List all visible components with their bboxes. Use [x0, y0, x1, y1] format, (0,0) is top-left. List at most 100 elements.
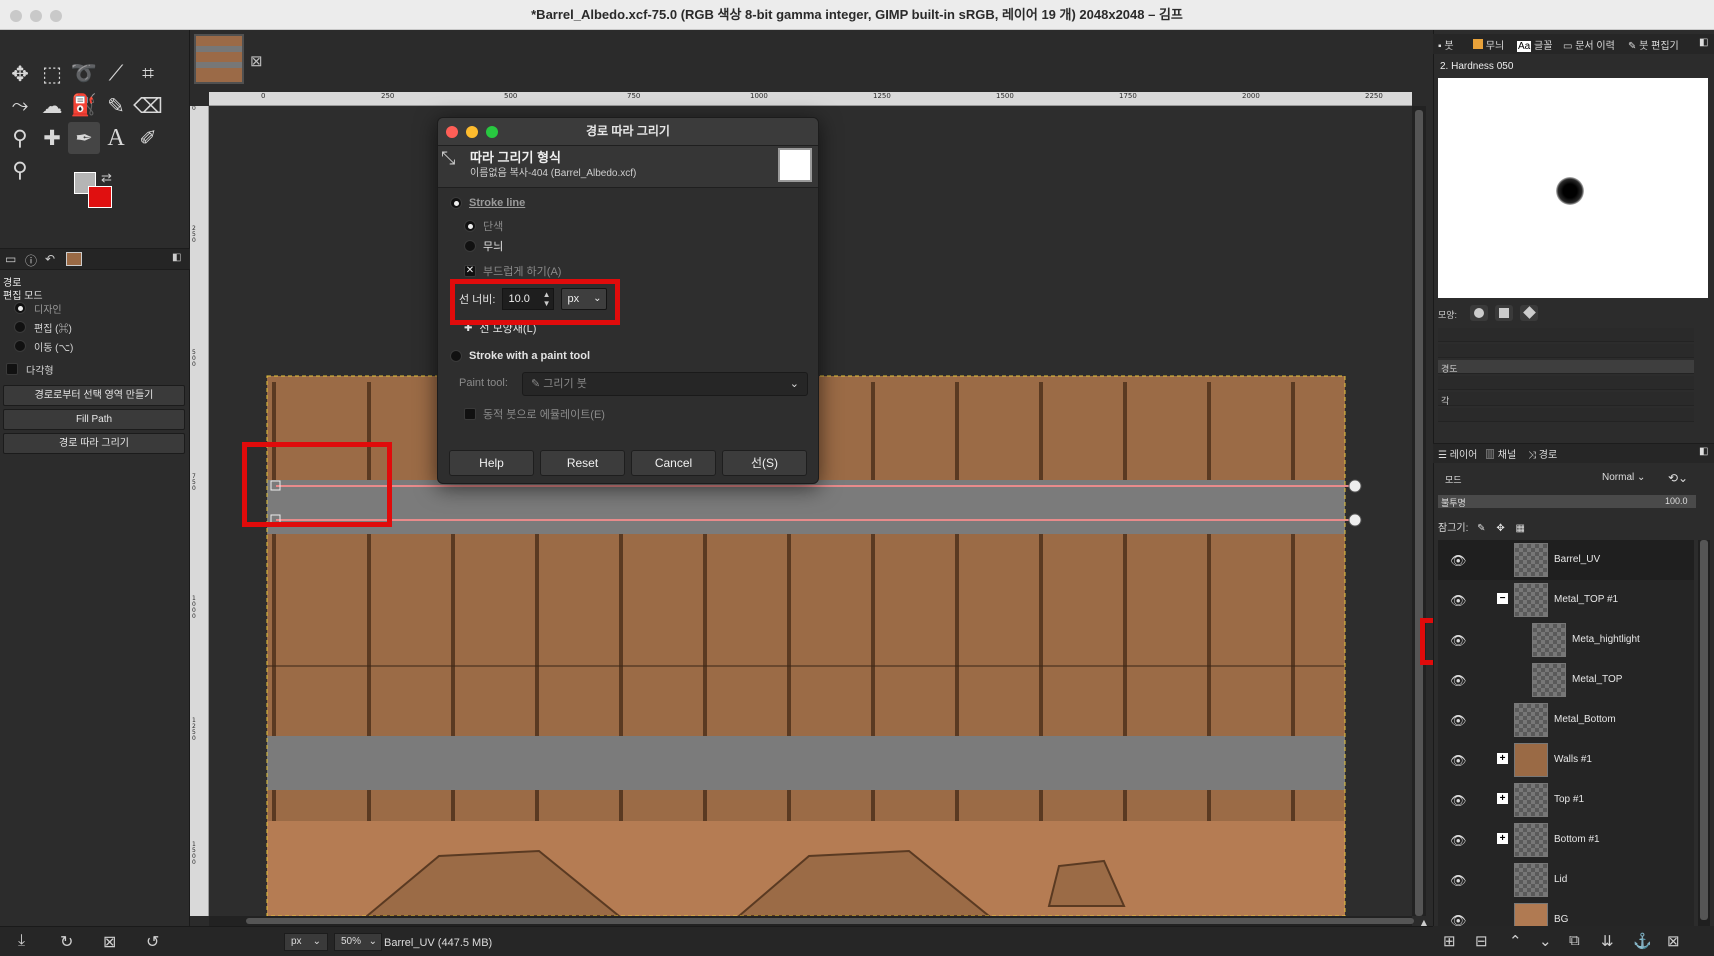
restore-options-icon[interactable]: ↻	[60, 932, 73, 952]
line-width-unit-dropdown[interactable]: px ⌄	[561, 288, 608, 310]
selection-from-path-button[interactable]: 경로로부터 선택 영역 만들기	[3, 385, 185, 406]
eraser-tool-icon[interactable]: ⌫	[132, 90, 164, 122]
group-expander-icon[interactable]: +	[1497, 753, 1508, 764]
delete-options-icon[interactable]: ⊠	[103, 932, 116, 952]
path-anchor[interactable]	[1348, 479, 1362, 493]
square-shape-icon[interactable]	[1495, 305, 1513, 321]
zoom-window-button[interactable]	[50, 10, 62, 22]
document-history-tab[interactable]: ▭ 문서 이력	[1563, 37, 1615, 52]
layer-row[interactable]: 👁 − Metal_TOP #1	[1438, 580, 1694, 620]
clone-tool-icon[interactable]: ⚲	[4, 122, 36, 154]
fill-path-button[interactable]: Fill Path	[3, 409, 185, 430]
channels-tab[interactable]: ▥ 채널	[1485, 446, 1516, 461]
image-tab-thumbnail[interactable]	[194, 34, 244, 84]
reset-mode-icon[interactable]: ⟲⌄	[1668, 471, 1688, 485]
unit-dropdown[interactable]: px ⌄	[284, 933, 328, 951]
heal-tool-icon[interactable]: ✚	[36, 122, 68, 154]
duplicate-layer-icon[interactable]: ⧉	[1569, 932, 1580, 949]
diamond-shape-icon[interactable]	[1520, 305, 1538, 321]
layer-thumbnail[interactable]	[1514, 863, 1548, 897]
paths-tool-icon[interactable]: ✒	[68, 122, 100, 154]
close-image-icon[interactable]: ⊠	[250, 52, 263, 70]
pattern-radio[interactable]: 무늬	[464, 238, 503, 254]
polygonal-checkbox[interactable]: 다각형	[6, 361, 54, 377]
undo-history-tab-icon[interactable]: ↶	[45, 252, 55, 266]
visibility-eye-icon[interactable]: 👁	[1450, 833, 1467, 849]
line-width-input[interactable]: 10.0 ▲ ▼	[502, 288, 555, 310]
bucket-fill-tool-icon[interactable]: ⛽	[68, 90, 100, 122]
layer-name[interactable]: BG	[1554, 914, 1568, 925]
lock-alpha-icon[interactable]: ▦	[1516, 523, 1525, 534]
paintbrush-tool-icon[interactable]: ✎	[100, 90, 132, 122]
stroke-line-radio[interactable]: Stroke line	[450, 197, 525, 209]
angle-slider[interactable]	[1438, 392, 1694, 406]
layer-name[interactable]: Metal_TOP	[1572, 674, 1622, 685]
background-color[interactable]	[88, 186, 112, 208]
minimize-window-button[interactable]	[30, 10, 42, 22]
layer-name[interactable]: Top #1	[1554, 794, 1584, 805]
layer-row[interactable]: 👁 + Top #1	[1438, 780, 1694, 820]
layer-thumbnail[interactable]	[1514, 903, 1548, 926]
visibility-eye-icon[interactable]: 👁	[1450, 553, 1467, 569]
stroke-path-button[interactable]: 경로 따라 그리기	[3, 433, 185, 454]
move-tool-icon[interactable]: ✥	[4, 58, 36, 90]
warp-tool-icon[interactable]: ⤳	[4, 90, 36, 122]
lasso-tool-icon[interactable]: ➰	[68, 58, 100, 90]
horizontal-scroll-thumb[interactable]	[246, 918, 1414, 924]
dialog-zoom-button[interactable]	[486, 126, 498, 138]
cancel-button[interactable]: Cancel	[631, 450, 716, 476]
hardness-slider[interactable]	[1438, 360, 1694, 374]
layer-thumbnail[interactable]	[1514, 783, 1548, 817]
crop-tool-icon[interactable]: ⌗	[132, 58, 164, 90]
vertical-scroll-thumb[interactable]	[1415, 110, 1423, 916]
lock-pixels-icon[interactable]: ✎	[1477, 523, 1485, 534]
dialog-close-button[interactable]	[446, 126, 458, 138]
group-expander-icon[interactable]: +	[1497, 793, 1508, 804]
layer-name[interactable]: Bottom #1	[1554, 834, 1600, 845]
swap-colors-icon[interactable]: ⇄	[101, 170, 112, 186]
visibility-eye-icon[interactable]: 👁	[1450, 593, 1467, 609]
configure-tab-icon[interactable]: ◧	[1699, 37, 1708, 48]
mode-dropdown[interactable]: Normal ⌄	[1602, 472, 1662, 490]
paint-tool-dropdown[interactable]: ✎ 그리기 붓 ⌄	[522, 372, 808, 396]
spacing-slider[interactable]	[1438, 408, 1694, 422]
antialias-checkbox[interactable]: ✕ 부드럽게 하기(A)	[464, 263, 561, 279]
smudge-tool-icon[interactable]: ☁	[36, 90, 68, 122]
merge-layer-icon[interactable]: ⇊	[1601, 932, 1614, 950]
spin-arrows-icon[interactable]: ▲ ▼	[543, 290, 551, 308]
reset-options-icon[interactable]: ↺	[146, 932, 159, 952]
line-style-expander[interactable]: ✚ 선 모양새(L)	[464, 320, 536, 336]
layer-name[interactable]: Metal_Bottom	[1554, 714, 1616, 725]
zoom-dropdown[interactable]: 50% ⌄	[334, 933, 382, 951]
layer-row[interactable]: 👁 Lid	[1438, 860, 1694, 900]
layer-thumbnail[interactable]	[1514, 543, 1548, 577]
solid-color-radio[interactable]: 단색	[464, 218, 503, 234]
stroke-paint-tool-radio[interactable]: Stroke with a paint tool	[450, 350, 590, 362]
new-layer-icon[interactable]: ⊞	[1443, 932, 1456, 950]
anchor-layer-icon[interactable]: ⚓	[1633, 932, 1652, 950]
path-anchor[interactable]	[1348, 513, 1362, 527]
close-window-button[interactable]	[10, 10, 22, 22]
layer-thumbnail[interactable]	[1514, 583, 1548, 617]
radius-slider[interactable]	[1438, 328, 1694, 342]
vertical-ruler[interactable]: 0 250 500 750 1000 1250 1500	[190, 106, 209, 916]
configure-tab-icon[interactable]: ◧	[172, 252, 181, 263]
layer-name[interactable]: Meta_hightlight	[1572, 634, 1640, 645]
layer-row[interactable]: 👁 Metal_TOP	[1438, 660, 1694, 700]
stroke-button[interactable]: 선(S)	[722, 450, 807, 476]
layers-tab[interactable]: ☰ 레이어	[1438, 446, 1477, 461]
lock-position-icon[interactable]: ✥	[1496, 523, 1504, 534]
layer-row[interactable]: 👁 BG	[1438, 900, 1694, 926]
layers-scroll-thumb[interactable]	[1700, 540, 1708, 920]
layer-thumbnail[interactable]	[1514, 823, 1548, 857]
patterns-tab[interactable]: 무늬	[1473, 37, 1504, 52]
emulate-dynamics-checkbox[interactable]: 동적 붓으로 에뮬레이트(E)	[464, 406, 605, 422]
device-status-tab-icon[interactable]: ⓘ	[25, 252, 37, 269]
text-tool-icon[interactable]: A	[100, 122, 132, 154]
fonts-tab[interactable]: Aa 글꼴	[1517, 37, 1552, 52]
opacity-slider[interactable]	[1438, 495, 1696, 508]
spikes-slider[interactable]	[1438, 344, 1694, 358]
layer-row[interactable]: 👁 Metal_Bottom	[1438, 700, 1694, 740]
visibility-eye-icon[interactable]: 👁	[1450, 753, 1467, 769]
mode-move-radio[interactable]: 이동 (⌥)	[14, 338, 73, 354]
